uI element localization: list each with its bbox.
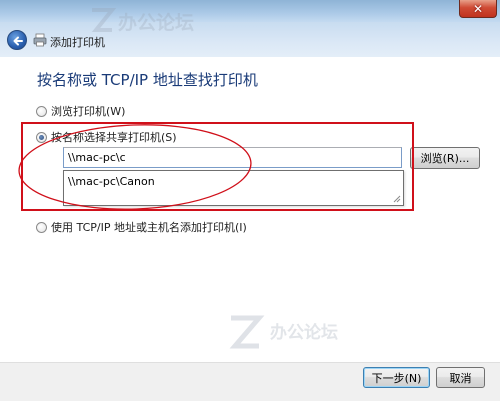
watermark-text: 办公论坛 — [118, 12, 195, 34]
radio-option-tcpip[interactable]: 使用 TCP/IP 地址或主机名添加打印机(I) — [36, 219, 247, 235]
back-button[interactable] — [7, 30, 27, 50]
radio-button[interactable] — [36, 105, 47, 117]
back-arrow-icon — [13, 36, 23, 46]
close-icon: ✕ — [472, 1, 484, 16]
radio-option-browse[interactable]: 浏览打印机(W) — [36, 103, 125, 119]
page-heading: 按名称或 TCP/IP 地址查找打印机 — [37, 71, 258, 89]
window-title: 添加打印机 — [50, 36, 105, 49]
watermark-logo — [91, 8, 116, 32]
watermark-logo — [229, 315, 265, 349]
cancel-button[interactable]: 取消 — [436, 367, 485, 388]
browse-button[interactable]: 浏览(R)... — [410, 147, 480, 169]
radio-button[interactable] — [36, 221, 47, 233]
printer-icon — [33, 33, 47, 47]
annotation-ellipse — [18, 124, 252, 210]
nav-bar: 添加打印机 — [0, 22, 500, 57]
window-titlebar: ✕ — [0, 0, 500, 22]
watermark-text: 办公论坛 — [270, 323, 338, 343]
radio-label: 使用 TCP/IP 地址或主机名添加打印机(I) — [51, 221, 247, 234]
radio-label: 浏览打印机(W) — [51, 105, 126, 118]
close-button[interactable]: ✕ — [459, 0, 497, 18]
next-button[interactable]: 下一步(N) — [363, 367, 430, 388]
